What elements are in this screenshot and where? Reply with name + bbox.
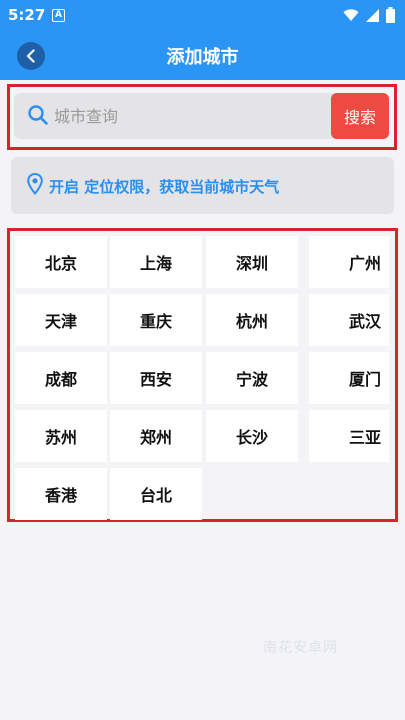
city-zhengzhou[interactable]: 郑州 [110, 410, 202, 462]
status-bar: 5:27 A [0, 0, 405, 32]
page-title: 添加城市 [166, 47, 239, 68]
city-wuhan[interactable]: 武汉 [309, 294, 389, 346]
city-shenzhen[interactable]: 深圳 [206, 236, 298, 288]
status-icons [343, 7, 395, 23]
city-sanya[interactable]: 三亚 [309, 410, 389, 462]
city-changsha[interactable]: 长沙 [206, 410, 298, 462]
search-section: 搜索 [7, 84, 397, 150]
city-taipei[interactable]: 台北 [110, 468, 202, 520]
wifi-icon [343, 9, 359, 21]
city-suzhou[interactable]: 苏州 [15, 410, 107, 462]
city-beijing[interactable]: 北京 [15, 236, 107, 288]
signal-icon [366, 8, 379, 22]
location-pin-icon [27, 173, 43, 195]
search-icon [28, 105, 48, 125]
city-chengdu[interactable]: 成都 [15, 352, 107, 404]
city-guangzhou[interactable]: 广州 [309, 236, 389, 288]
city-xian[interactable]: 西安 [110, 352, 202, 404]
city-tianjin[interactable]: 天津 [15, 294, 107, 346]
navigation-bar: 添加城市 [0, 32, 405, 80]
city-shanghai[interactable]: 上海 [110, 236, 202, 288]
search-input[interactable] [54, 101, 324, 131]
watermark-text: 南花安卓网 [263, 640, 338, 656]
location-permission-bar[interactable]: 开启 定位权限，获取当前城市天气 [11, 157, 394, 214]
city-ningbo[interactable]: 宁波 [206, 352, 298, 404]
battery-icon [386, 7, 395, 23]
city-hangzhou[interactable]: 杭州 [206, 294, 298, 346]
city-grid: 北京 上海 深圳 广州 天津 重庆 杭州 武汉 成都 西安 宁波 厦门 苏州 郑… [7, 228, 398, 522]
city-hongkong[interactable]: 香港 [15, 468, 107, 520]
city-xiamen[interactable]: 厦门 [309, 352, 389, 404]
app-notification-icon: A [52, 9, 65, 22]
location-permission-text: 开启 定位权限，获取当前城市天气 [49, 178, 280, 196]
search-button[interactable]: 搜索 [331, 93, 389, 139]
status-time: 5:27 [8, 6, 46, 24]
search-box: 搜索 [14, 93, 389, 139]
city-chongqing[interactable]: 重庆 [110, 294, 202, 346]
